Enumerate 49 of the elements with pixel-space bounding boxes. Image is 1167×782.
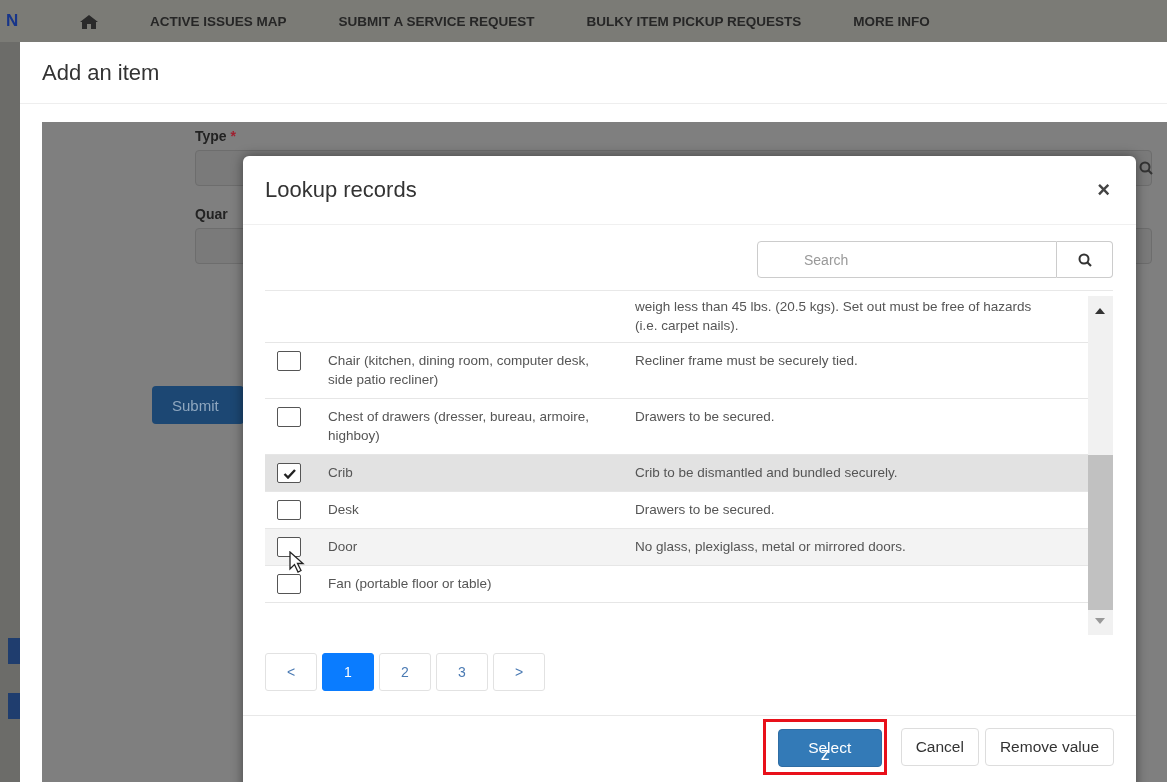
table-cell-text: Door (328, 538, 359, 556)
submit-button[interactable]: Submit (152, 386, 244, 424)
search-icon[interactable] (1139, 161, 1153, 175)
cursor-icon (289, 551, 305, 574)
table-row[interactable]: Crib Crib to be dismantled and bundled securely. (265, 455, 1088, 492)
scrollbar-thumb[interactable] (1088, 455, 1113, 610)
checkbox[interactable] (277, 463, 301, 483)
table-cell-text: Crib (328, 464, 354, 482)
nav-link[interactable]: MORE INFO (853, 13, 930, 29)
page-button[interactable]: 1 (322, 653, 374, 691)
page-button[interactable]: 3 (436, 653, 488, 691)
table-row[interactable]: Fan (portable floor or table) (265, 566, 1088, 603)
dialog-title: Add an item (42, 59, 160, 86)
dialog-title: Lookup records (265, 177, 417, 203)
page-button[interactable]: > (493, 653, 545, 691)
dialog-button[interactable]: Remove value (984, 728, 1114, 766)
field-label: Type * (195, 128, 236, 144)
scroll-up-icon[interactable] (1095, 308, 1105, 314)
home-icon[interactable] (78, 12, 100, 30)
table-cell-text: Recliner frame must be securely tied. (635, 352, 859, 370)
checkbox[interactable] (277, 537, 301, 557)
nav-link[interactable]: ACTIVE ISSUES MAP (150, 13, 287, 29)
search-field[interactable]: Search (757, 241, 1057, 278)
table-cell-text: Chest of drawers (dresser, bureau, armoire, highboy) (328, 408, 591, 445)
nav-link[interactable]: SUBMIT A SERVICE REQUEST (338, 13, 535, 29)
table-cell-text: Chair (kitchen, dining room, computer desk, side patio recliner) (328, 352, 591, 389)
checkbox[interactable] (277, 407, 301, 427)
table-cell-text: Drawers to be secured. (635, 408, 776, 426)
dialog-button[interactable]: Cancel (900, 728, 979, 766)
check-icon (282, 467, 296, 479)
checkbox[interactable] (277, 351, 301, 371)
table-cell-text: No glass, plexiglass, metal or mirrored doors. (635, 538, 907, 556)
table-cell-text: Crib to be dismantled and bundled securely. (635, 464, 899, 482)
search-button[interactable] (1057, 241, 1113, 278)
table-cell-text: Desk (328, 501, 360, 519)
checkbox[interactable] (277, 574, 301, 594)
page-button[interactable]: 2 (379, 653, 431, 691)
nav-link[interactable]: BULKY ITEM PICKUP REQUESTS (586, 13, 802, 29)
table-cell-text: Fan (portable floor or table) (328, 575, 493, 593)
nav-text: N (6, 11, 20, 31)
table-row[interactable]: Chair (kitchen, dining room, computer desk, side patio recliner) Recliner frame must be securely tied. (265, 343, 1088, 399)
table-cell-text: Drawers to be secured. (635, 501, 776, 519)
table-cell: weigh less than 45 lbs. (20.5 kgs). Set out must be free of hazards (i.e. carpet nails). (265, 296, 1088, 343)
search-icon (1077, 252, 1092, 267)
page-button[interactable]: < (265, 653, 317, 691)
field-label: Quar (195, 206, 228, 222)
close-button[interactable]: × (1097, 177, 1110, 203)
scrollbar[interactable] (1088, 296, 1113, 635)
checkbox[interactable] (277, 500, 301, 520)
